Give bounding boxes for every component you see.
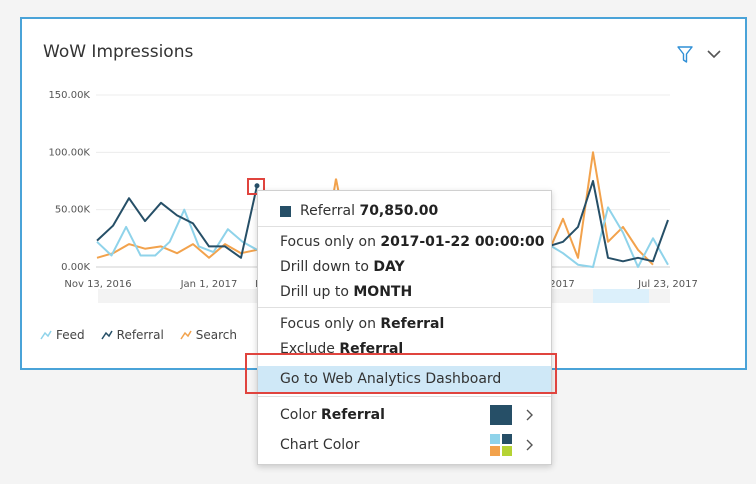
legend-label: Referral	[116, 328, 164, 342]
legend-label: Search	[195, 328, 238, 342]
menu-item-label: Focus only on	[280, 316, 376, 332]
menu-divider	[258, 396, 551, 397]
menu-item-exclude[interactable]: Exclude Referral	[258, 336, 551, 362]
menu-header: Referral 70,850.00	[258, 198, 551, 224]
menu-item-color-referral[interactable]: Color Referral	[258, 402, 551, 428]
chart-color-palette-icon[interactable]	[490, 434, 512, 456]
chart-legend: Feed Referral Search	[40, 328, 237, 342]
legend-item-feed[interactable]: Feed	[40, 328, 85, 342]
menu-item-label: Go to Web Analytics Dashboard	[280, 371, 502, 387]
menu-item-label: Focus only on	[280, 234, 376, 250]
line-series-icon	[40, 330, 52, 340]
context-menu: Referral 70,850.00 Focus only on 2017-01…	[257, 190, 552, 465]
menu-divider	[258, 226, 551, 227]
menu-item-goto-dashboard[interactable]: Go to Web Analytics Dashboard	[258, 366, 551, 392]
menu-item-chart-color[interactable]: Chart Color	[258, 432, 551, 458]
menu-item-label: Exclude	[280, 341, 335, 357]
menu-item-drill-up[interactable]: Drill up to MONTH	[258, 279, 551, 305]
menu-item-value: Referral	[339, 341, 404, 357]
menu-item-label: Drill down to	[280, 259, 369, 275]
legend-item-referral[interactable]: Referral	[101, 328, 164, 342]
filter-icon[interactable]	[677, 46, 693, 64]
menu-item-focus-series[interactable]: Focus only on Referral	[258, 311, 551, 337]
menu-item-value: MONTH	[353, 284, 413, 300]
menu-header-value: 70,850.00	[359, 203, 439, 219]
chevron-right-icon	[526, 439, 533, 451]
menu-item-value: 2017-01-22 00:00:00	[380, 234, 545, 250]
menu-item-label: Color	[280, 407, 317, 423]
line-series-icon	[180, 330, 192, 340]
referral-color-swatch[interactable]	[490, 405, 512, 425]
legend-item-search[interactable]: Search	[180, 328, 237, 342]
line-series-icon	[101, 330, 113, 340]
card-title: WoW Impressions	[43, 42, 194, 62]
menu-header-series: Referral	[300, 203, 355, 219]
menu-item-value: Referral	[321, 407, 385, 423]
menu-item-value: DAY	[373, 259, 405, 275]
menu-item-label: Chart Color	[280, 437, 360, 453]
menu-item-drill-down[interactable]: Drill down to DAY	[258, 254, 551, 280]
legend-label: Feed	[56, 328, 85, 342]
menu-item-value: Referral	[380, 316, 445, 332]
menu-item-focus-date[interactable]: Focus only on 2017-01-22 00:00:00	[258, 229, 551, 255]
menu-item-label: Drill up to	[280, 284, 349, 300]
chevron-right-icon	[526, 409, 533, 421]
chevron-down-icon[interactable]	[706, 46, 722, 62]
menu-divider	[258, 307, 551, 308]
